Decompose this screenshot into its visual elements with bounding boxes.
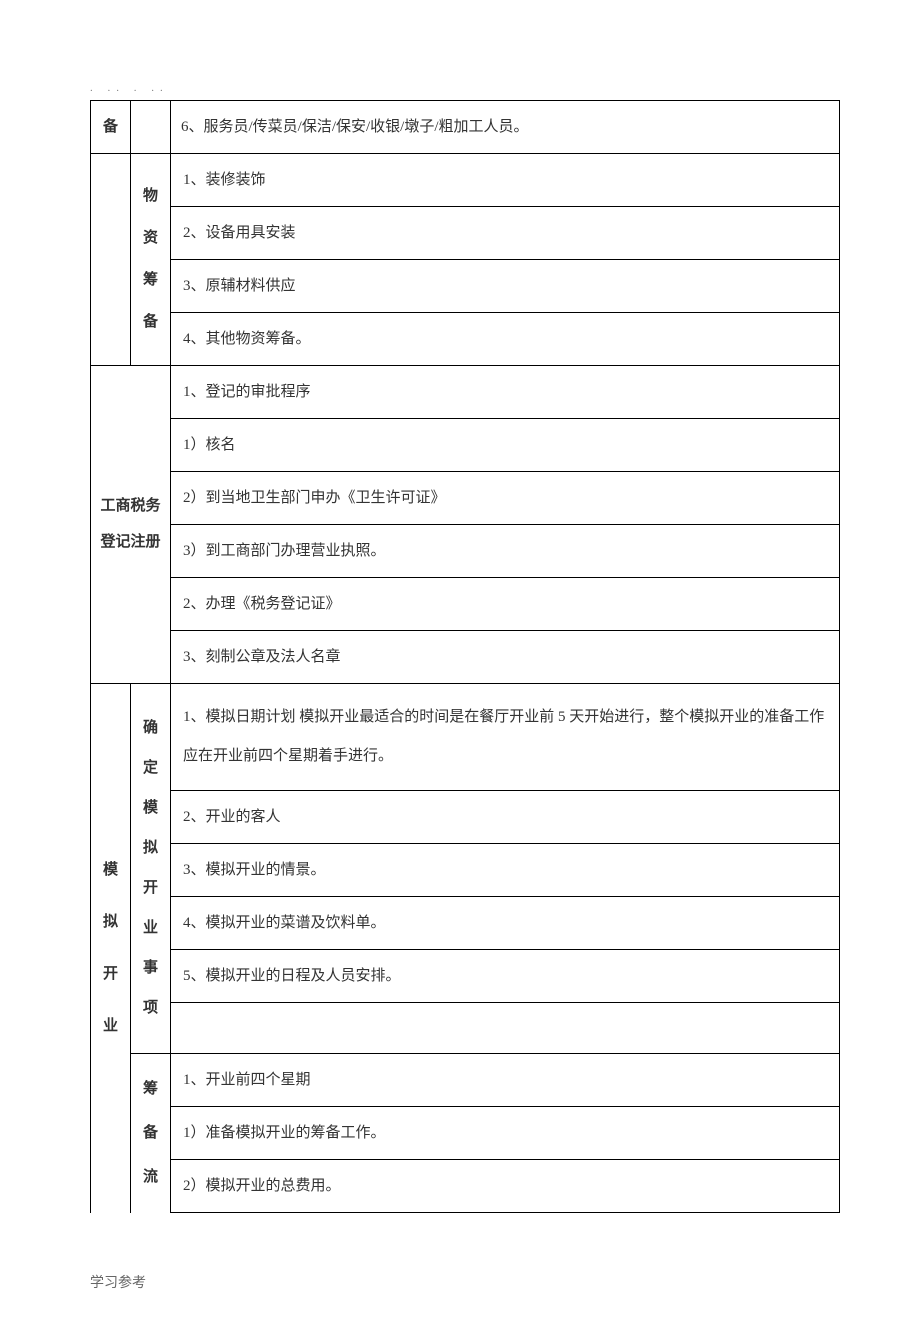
vert-char: 定	[143, 756, 158, 780]
table-row: 工商税务登记注册 1、登记的审批程序 1）核名 2）到当地卫生部门申办《卫生许可…	[91, 365, 840, 683]
row3-head-text: 工商税务登记注册	[100, 498, 160, 550]
list-item: 1、装修装饰	[171, 154, 839, 207]
list-item: 2）到当地卫生部门申办《卫生许可证》	[171, 472, 839, 525]
list-item: 3、原辅材料供应	[171, 260, 839, 313]
row3-content: 1、登记的审批程序 1）核名 2）到当地卫生部门申办《卫生许可证》 3）到工商部…	[171, 365, 840, 683]
row3-head: 工商税务登记注册	[91, 365, 171, 683]
list-item: 3）到工商部门办理营业执照。	[171, 525, 839, 578]
row1-content: 6、服务员/传菜员/保洁/保安/收银/墩子/粗加工人员。	[171, 100, 840, 153]
list-item: 1）准备模拟开业的筹备工作。	[171, 1107, 839, 1160]
list-item	[171, 1003, 839, 1053]
header-marks: . .. . ..	[90, 80, 840, 98]
table-row: 筹 备 流 1、开业前四个星期 1）准备模拟开业的筹备工作。 2）模拟开业的总费…	[91, 1053, 840, 1213]
vert-char: 开	[103, 962, 118, 986]
row2-sub-label: 物 资 筹 备	[131, 153, 171, 365]
vert-char: 确	[143, 716, 158, 740]
row2-left-empty	[91, 153, 131, 365]
footer-text: 学习参考	[90, 1273, 840, 1295]
document-table: 备 6、服务员/传菜员/保洁/保安/收银/墩子/粗加工人员。 物 资 筹 备 1…	[90, 100, 840, 1213]
row4-side: 模 拟 开 业	[91, 683, 131, 1213]
vert-char: 业	[103, 1014, 118, 1038]
vert-char: 筹	[143, 268, 158, 292]
list-item: 5、模拟开业的日程及人员安排。	[171, 950, 839, 1003]
table-row: 模 拟 开 业 确 定 模 拟 开 业 事 项 1、模拟日期计划 模拟开业最适合…	[91, 683, 840, 1053]
list-item: 1）核名	[171, 419, 839, 472]
vert-char: 开	[143, 876, 158, 900]
vert-char: 流	[143, 1165, 158, 1189]
vert-char: 项	[143, 996, 158, 1020]
vert-char: 模	[103, 858, 118, 882]
list-item: 1、开业前四个星期	[171, 1054, 839, 1107]
row1-mid-empty	[131, 100, 171, 153]
list-item: 2、办理《税务登记证》	[171, 578, 839, 631]
list-item: 2）模拟开业的总费用。	[171, 1160, 839, 1213]
row4-sub2-content: 1、开业前四个星期 1）准备模拟开业的筹备工作。 2）模拟开业的总费用。	[171, 1053, 840, 1213]
table-row: 物 资 筹 备 1、装修装饰 2、设备用具安装 3、原辅材料供应 4、其他物资筹…	[91, 153, 840, 365]
vert-char: 业	[143, 916, 158, 940]
list-item: 3、刻制公章及法人名章	[171, 631, 839, 683]
vert-char: 资	[143, 226, 158, 250]
row4-sub1-content: 1、模拟日期计划 模拟开业最适合的时间是在餐厅开业前 5 天开始进行，整个模拟开…	[171, 683, 840, 1053]
row1-left-label: 备	[103, 115, 118, 139]
list-item: 1、登记的审批程序	[171, 366, 839, 419]
vert-char: 拟	[143, 836, 158, 860]
vert-char: 模	[143, 796, 158, 820]
list-item: 2、设备用具安装	[171, 207, 839, 260]
list-item: 4、其他物资筹备。	[171, 313, 839, 365]
row4-sub1-label: 确 定 模 拟 开 业 事 项	[131, 683, 171, 1053]
list-item: 2、开业的客人	[171, 791, 839, 844]
list-item: 4、模拟开业的菜谱及饮料单。	[171, 897, 839, 950]
row4-sub2-label: 筹 备 流	[131, 1053, 171, 1213]
vert-char: 事	[143, 956, 158, 980]
list-item: 1、模拟日期计划 模拟开业最适合的时间是在餐厅开业前 5 天开始进行，整个模拟开…	[171, 684, 839, 791]
vert-char: 筹	[143, 1077, 158, 1101]
vert-char: 物	[143, 184, 158, 208]
table-row: 备 6、服务员/传菜员/保洁/保安/收银/墩子/粗加工人员。	[91, 100, 840, 153]
row2-content: 1、装修装饰 2、设备用具安装 3、原辅材料供应 4、其他物资筹备。	[171, 153, 840, 365]
vert-char: 备	[143, 310, 158, 334]
vert-char: 拟	[103, 910, 118, 934]
row1-left-cell: 备	[91, 100, 131, 153]
list-item: 3、模拟开业的情景。	[171, 844, 839, 897]
vert-char: 备	[143, 1121, 158, 1145]
